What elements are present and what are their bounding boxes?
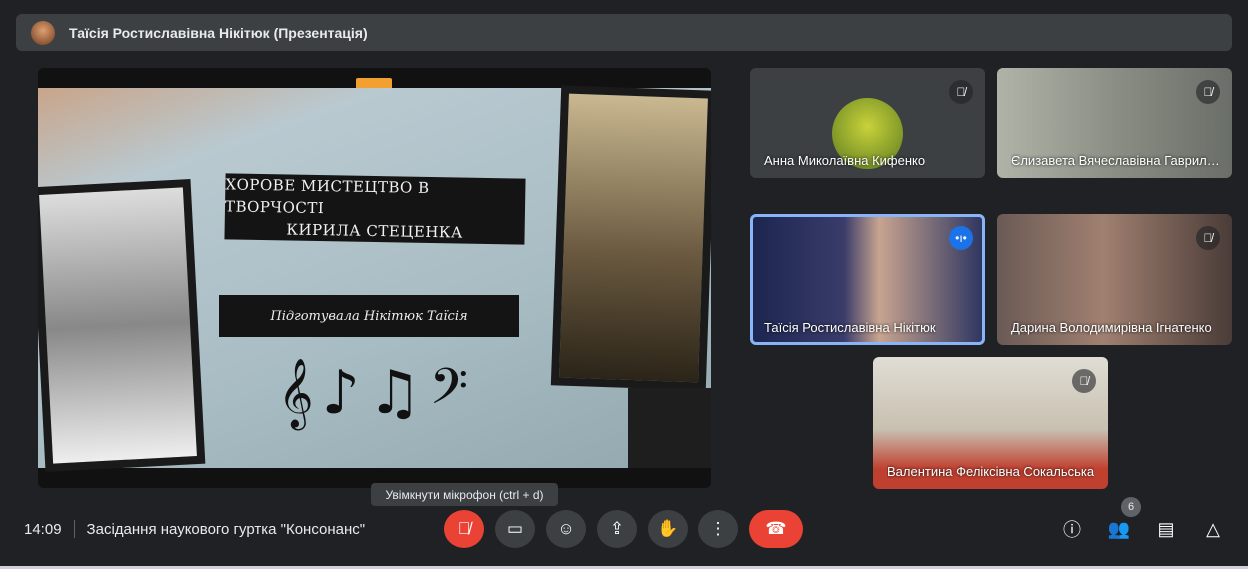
camera-toggle-button[interactable]: ▭ [495, 510, 535, 548]
slide-title: ХОРОВЕ МИСТЕЦТВО В ТВОРЧОСТІ КИРИЛА СТЕЦ… [224, 173, 526, 245]
mic-off-icon: 🎙̸ [457, 519, 471, 538]
present-screen-icon: ⇪ [609, 519, 625, 538]
participant-count-badge: 6 [1121, 497, 1141, 517]
slide-title-line2: КИРИЛА СТЕЦЕНКА [286, 220, 464, 242]
speaking-indicator-icon: •ı• [949, 226, 973, 250]
participant-tile[interactable]: 🎙̸ Дарина Володимирівна Ігнатенко [997, 214, 1232, 345]
presenter-avatar [31, 20, 55, 45]
emoji-icon: ☺ [557, 519, 575, 538]
meeting-title: Засідання наукового гуртка "Консонанс" [86, 520, 366, 538]
participant-tile[interactable]: 🎙̸ Анна Миколаївна Кифенко [750, 68, 985, 178]
present-button[interactable]: ⇪ [597, 510, 637, 548]
participant-name: Анна Миколаївна Кифенко [764, 153, 926, 168]
raise-hand-button[interactable]: ✋ [648, 510, 688, 548]
portrait-left [38, 179, 206, 472]
participant-name: Дарина Володимирівна Ігнатенко [1011, 320, 1212, 335]
presenter-bar: Таїсія Ростиславівна Нікітюк (Презентаці… [16, 14, 1232, 51]
reactions-button[interactable]: ☺ [546, 510, 586, 548]
chat-button[interactable]: ▤ [1153, 516, 1179, 542]
hand-icon: ✋ [657, 519, 679, 538]
people-icon: 👥 [1107, 518, 1131, 539]
tooltip: Увімкнути мікрофон (ctrl + d) [371, 483, 558, 506]
music-notes-decoration: 𝄞♪♫𝄢 [278, 358, 477, 428]
participant-name: Єлизавета Вячеславівна Гавриленко [1011, 153, 1221, 168]
participant-tile[interactable]: 🎙̸ Валентина Феліксівна Сокальська [873, 357, 1108, 489]
leave-call-button[interactable]: ☎ [749, 510, 803, 548]
hangup-icon: ☎ [765, 519, 787, 538]
slide-title-line1: ХОРОВЕ МИСТЕЦТВО В ТВОРЧОСТІ [224, 175, 430, 218]
chat-icon: ▤ [1157, 518, 1175, 539]
activities-button[interactable]: △ [1200, 516, 1226, 542]
mic-off-icon: 🎙̸ [1072, 369, 1096, 393]
participant-tile[interactable]: •ı• Таїсія Ростиславівна Нікітюк [750, 214, 985, 345]
mic-off-icon: 🎙̸ [949, 80, 973, 104]
portrait-right [550, 85, 711, 391]
film-strip [628, 388, 711, 468]
info-icon: ⓘ [1063, 520, 1081, 540]
meeting-details-button[interactable]: ⓘ [1059, 516, 1085, 542]
slide-subtitle: Підготувала Нікітюк Таїсія [219, 295, 519, 337]
camera-icon: ▭ [506, 519, 524, 538]
presentation-view[interactable]: ХОРОВЕ МИСТЕЦТВО В ТВОРЧОСТІ КИРИЛА СТЕЦ… [38, 68, 711, 488]
participant-tile[interactable]: 🎙̸ Єлизавета Вячеславівна Гавриленко [997, 68, 1232, 178]
mic-off-icon: 🎙̸ [1196, 80, 1220, 104]
more-options-button[interactable]: ⋮ [698, 510, 738, 548]
mic-off-icon: 🎙̸ [1196, 226, 1220, 250]
divider [73, 520, 75, 538]
people-button[interactable]: 👥 [1106, 516, 1132, 542]
slide: ХОРОВЕ МИСТЕЦТВО В ТВОРЧОСТІ КИРИЛА СТЕЦ… [38, 85, 711, 472]
more-vert-icon: ⋮ [709, 519, 727, 538]
participant-name: Валентина Феліксівна Сокальська [887, 464, 1095, 479]
meeting-info: 14:09 Засідання наукового гуртка "Консон… [24, 520, 365, 538]
presenter-title: Таїсія Ростиславівна Нікітюк (Презентаці… [69, 24, 368, 41]
clock: 14:09 [24, 520, 62, 538]
mic-toggle-button[interactable]: 🎙̸ [444, 510, 484, 548]
participant-name: Таїсія Ростиславівна Нікітюк [764, 320, 936, 335]
activities-icon: △ [1206, 518, 1220, 539]
